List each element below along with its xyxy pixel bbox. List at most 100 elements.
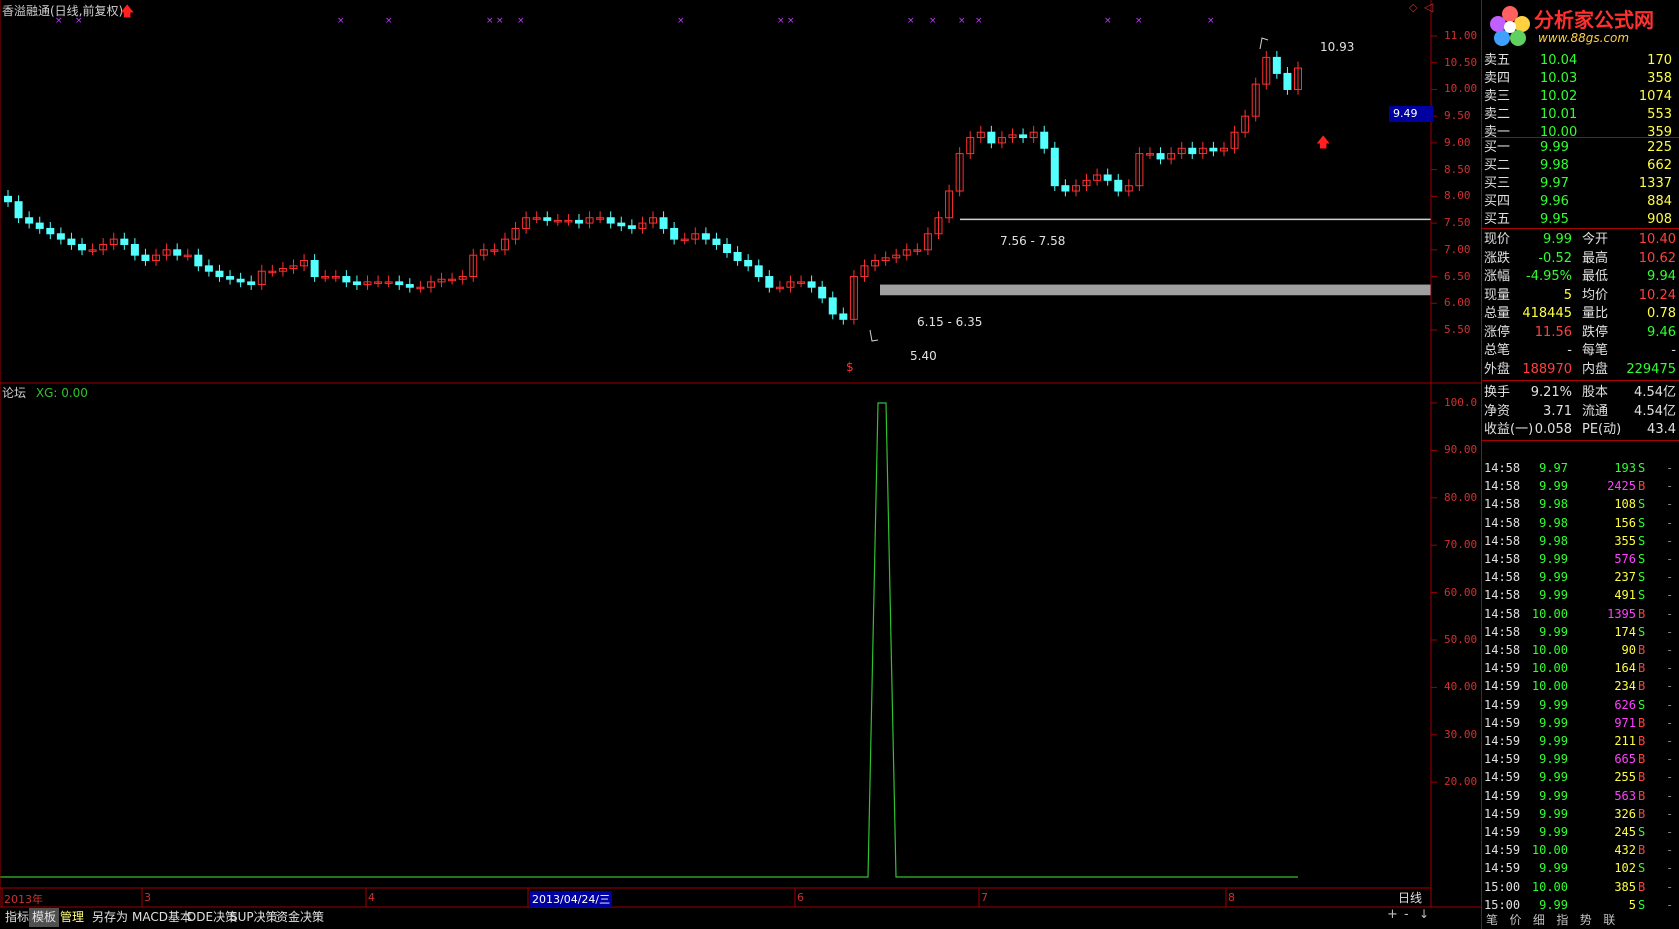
panel-tabs[interactable]: 笔 价 细 指 势 联 bbox=[1482, 909, 1679, 929]
tick-cell: 14:59 bbox=[1484, 661, 1521, 676]
scroll-minus-icon[interactable]: - bbox=[1404, 907, 1409, 922]
tick-cell: 237 bbox=[1614, 570, 1636, 585]
stat-cell: - bbox=[1671, 343, 1676, 358]
bid-row-volume: 908 bbox=[1647, 212, 1672, 227]
price-tick-label: 10.50 bbox=[1444, 55, 1478, 69]
logo-name: 分析家公式网 bbox=[1534, 8, 1654, 32]
tick-cell: 10.00 bbox=[1531, 879, 1568, 894]
tick-cell: B bbox=[1638, 770, 1646, 785]
candle-body bbox=[733, 251, 742, 262]
stat-row: 总笔 - 每笔 - bbox=[1482, 341, 1679, 360]
ask-row-price: 10.03 bbox=[1540, 71, 1578, 86]
collapse-arrow-icon[interactable]: ◁ bbox=[1424, 0, 1433, 14]
tick-cell: 14:59 bbox=[1484, 861, 1521, 876]
fundamental-cell: 0.058 bbox=[1534, 422, 1572, 437]
dollar-marker: $ bbox=[846, 360, 854, 374]
candle-body bbox=[701, 233, 710, 240]
tick-cell: 164 bbox=[1614, 661, 1636, 676]
bid-row-volume: 225 bbox=[1647, 140, 1672, 155]
price-tick-label: 5.50 bbox=[1444, 323, 1471, 336]
bid-row-price: 9.98 bbox=[1540, 158, 1569, 173]
tick-cell: B bbox=[1638, 715, 1646, 730]
tick-cell: S bbox=[1638, 552, 1646, 566]
stat-cell: -4.95% bbox=[1526, 269, 1572, 284]
tick-cell: - bbox=[1666, 552, 1674, 566]
bid-row-label: 买二 bbox=[1484, 158, 1511, 173]
panel-tab-icons[interactable]: 笔 价 细 指 势 联 bbox=[1486, 911, 1615, 928]
stat-cell: 涨跌 bbox=[1484, 250, 1511, 266]
chart-overlays bbox=[0, 37, 1431, 878]
toolbar-tab[interactable]: 管理 bbox=[57, 908, 87, 927]
candle-body bbox=[35, 222, 44, 229]
tick-row: 14:58 9.98 156 S - bbox=[1482, 514, 1679, 532]
price-tick-label: 6.00 bbox=[1444, 296, 1471, 310]
tick-cell: 14:59 bbox=[1484, 734, 1521, 748]
tick-row: 14:58 9.99 576 S - bbox=[1482, 550, 1679, 568]
tick-cell: 211 bbox=[1614, 734, 1636, 748]
tick-cell: B bbox=[1638, 661, 1646, 676]
xg-indicator-line bbox=[0, 402, 1298, 878]
candle-body bbox=[14, 201, 23, 219]
period-label[interactable]: 日线 bbox=[1389, 889, 1431, 907]
tick-cell: 971 bbox=[1614, 715, 1636, 730]
buy-arrow-icon: 🡅 bbox=[1316, 135, 1331, 151]
candle-body bbox=[194, 254, 203, 267]
tick-cell: - bbox=[1666, 843, 1674, 858]
toolbar-tab[interactable]: 另存为 bbox=[89, 908, 131, 927]
fundamental-cell: 43.4 bbox=[1647, 422, 1676, 437]
tick-cell: 14:59 bbox=[1484, 752, 1521, 767]
tick-cell: 9.97 bbox=[1539, 461, 1568, 475]
stat-cell: 量比 bbox=[1582, 306, 1609, 321]
tick-cell: - bbox=[1666, 570, 1674, 585]
tick-cell: 9.99 bbox=[1539, 715, 1568, 730]
tick-cell: - bbox=[1666, 533, 1674, 548]
fundamental-cell: 股本 bbox=[1582, 385, 1609, 400]
stat-cell: 涨停 bbox=[1484, 324, 1511, 340]
tick-cell: - bbox=[1666, 752, 1674, 767]
tick-cell: 15:00 bbox=[1484, 879, 1521, 894]
scroll-down-icon[interactable]: ↓ bbox=[1419, 907, 1429, 921]
fundamental-row: 净资 3.71 流通 4.54亿 bbox=[1482, 402, 1679, 421]
tick-row: 14:59 10.00 432 B - bbox=[1482, 841, 1679, 859]
ask-row-label: 卖二 bbox=[1484, 107, 1511, 122]
kline-chart-area[interactable]: × × × × × × × × × × × × × × × × × 香溢融通(日线,前复权) 🡅 ◇ ◁ 9.4… bbox=[0, 0, 1481, 908]
stat-row: 现价 9.99 今开 10.40 bbox=[1482, 230, 1679, 249]
signal-x-mark: × bbox=[929, 16, 937, 26]
stat-cell: 今开 bbox=[1582, 232, 1609, 247]
candle-body bbox=[120, 238, 129, 245]
low-label: 5.40 bbox=[910, 349, 937, 363]
tick-cell: 9.99 bbox=[1539, 825, 1568, 839]
signal-x-mark: × bbox=[517, 16, 525, 26]
scroll-plus-icon[interactable]: + bbox=[1387, 907, 1398, 922]
toolbar-tab[interactable]: 模板 bbox=[29, 908, 60, 927]
bid-row-label: 买四 bbox=[1484, 194, 1511, 209]
tick-cell: 14:58 bbox=[1484, 588, 1521, 603]
candle-body bbox=[987, 131, 996, 144]
tick-cell: B bbox=[1638, 606, 1646, 621]
candle-body bbox=[25, 217, 34, 224]
candle-body bbox=[78, 243, 87, 251]
signal-x-mark: × bbox=[337, 16, 345, 26]
candle-body bbox=[130, 243, 139, 256]
diamond-icon[interactable]: ◇ bbox=[1409, 1, 1417, 14]
tick-cell: 193 bbox=[1614, 461, 1636, 475]
stat-cell: 跌停 bbox=[1582, 324, 1609, 340]
toolbar-tab[interactable]: 指标 bbox=[2, 908, 32, 927]
tick-row: 14:59 9.99 255 B - bbox=[1482, 768, 1679, 786]
candle-body bbox=[818, 286, 827, 299]
signal-x-mark: × bbox=[677, 16, 685, 26]
flower-logo-icon bbox=[1490, 6, 1530, 46]
ask-row-label: 卖五 bbox=[1484, 53, 1511, 68]
indicator-tick-label: 40.00 bbox=[1444, 680, 1478, 694]
tick-cell: 14:58 bbox=[1484, 643, 1521, 657]
candle-body bbox=[543, 217, 552, 221]
toolbar-tab[interactable]: 资金决策 bbox=[273, 908, 327, 927]
tick-cell: 102 bbox=[1614, 861, 1636, 876]
tick-cell: 14:58 bbox=[1484, 552, 1521, 566]
tick-cell: 255 bbox=[1614, 770, 1636, 785]
fundamental-cell: 净资 bbox=[1484, 403, 1511, 419]
zone-lower-label: 6.15 - 6.35 bbox=[917, 315, 983, 329]
stat-row: 外盘 188970 内盘 229475 bbox=[1482, 360, 1679, 379]
candle-body bbox=[670, 227, 679, 240]
tick-row: 14:58 10.00 1395 B - bbox=[1482, 605, 1679, 623]
